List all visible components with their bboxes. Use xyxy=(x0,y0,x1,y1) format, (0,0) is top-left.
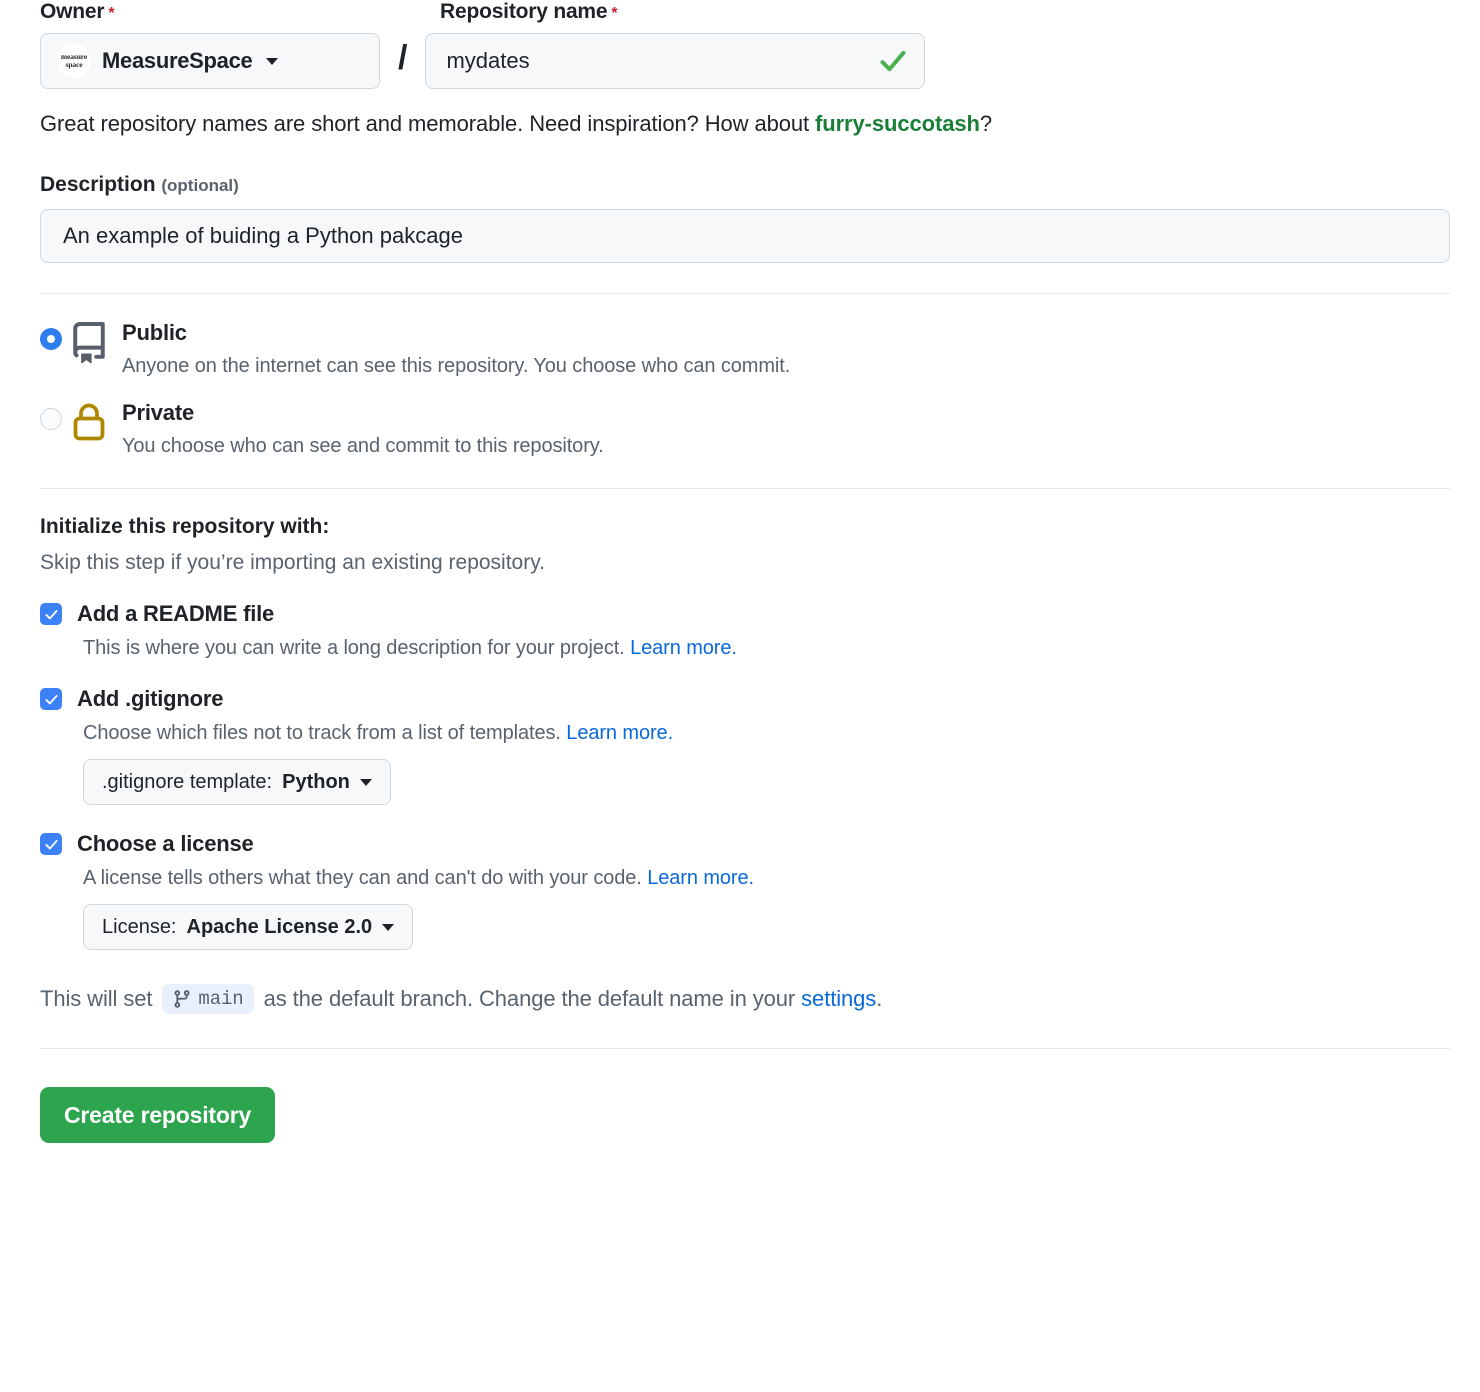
visibility-option-public[interactable]: Public Anyone on the internet can see th… xyxy=(40,320,1440,378)
license-dropdown-value: Apache License 2.0 xyxy=(186,915,373,938)
gitignore-dropdown-prefix: .gitignore template: xyxy=(102,770,273,793)
owner-required-marker: * xyxy=(108,5,115,22)
gitignore-label: Add .gitignore xyxy=(77,686,224,711)
chevron-down-icon xyxy=(382,923,395,931)
readme-description-text: This is where you can write a long descr… xyxy=(83,637,631,659)
private-description: You choose who can see and commit to thi… xyxy=(122,435,604,457)
description-optional-note: (optional) xyxy=(161,176,239,195)
description-label-group: Description (optional) xyxy=(40,173,1440,197)
license-dropdown-prefix: License: xyxy=(102,915,177,938)
visibility-options: Public Anyone on the internet can see th… xyxy=(40,320,1440,458)
field-labels-row: Owner * Repository name * xyxy=(40,0,1440,24)
public-radio[interactable] xyxy=(40,328,62,350)
branch-note-prefix: This will set xyxy=(40,986,153,1011)
default-branch-note: This will set main as the default branch… xyxy=(40,984,1440,1014)
license-learn-more-link[interactable]: Learn more. xyxy=(647,867,754,889)
chevron-down-icon xyxy=(359,778,372,786)
gitignore-description-text: Choose which files not to track from a l… xyxy=(83,722,567,744)
valid-check-icon xyxy=(880,50,906,72)
git-branch-icon xyxy=(174,990,190,1008)
repository-name-input[interactable] xyxy=(425,33,926,89)
repository-name-label: Repository name xyxy=(440,0,608,23)
path-separator: / xyxy=(398,39,408,77)
init-option-gitignore: Add .gitignore Choose which files not to… xyxy=(40,686,1440,805)
readme-head[interactable]: Add a README file xyxy=(40,601,1440,627)
readme-learn-more-link[interactable]: Learn more. xyxy=(630,637,737,659)
divider-after-description xyxy=(40,293,1450,294)
readme-description: This is where you can write a long descr… xyxy=(83,637,1440,660)
gitignore-template-dropdown[interactable]: .gitignore template: Python xyxy=(83,759,391,805)
branch-note-suffix: . xyxy=(876,986,883,1011)
repository-name-field-wrap xyxy=(425,33,926,89)
visibility-option-private[interactable]: Private You choose who can see and commi… xyxy=(40,400,1440,458)
description-input[interactable] xyxy=(40,209,1450,263)
branch-note-middle: as the default branch. Change the defaul… xyxy=(263,986,796,1011)
name-suggestion-link[interactable]: furry-succotash xyxy=(815,111,980,136)
initialize-title: Initialize this repository with: xyxy=(40,515,330,538)
owner-label-group: Owner * xyxy=(40,0,440,24)
private-title: Private xyxy=(122,400,194,425)
private-radio[interactable] xyxy=(40,408,62,430)
owner-avatar: measure space xyxy=(57,44,91,78)
initialize-subtitle: Skip this step if you’re importing an ex… xyxy=(40,551,546,574)
license-head[interactable]: Choose a license xyxy=(40,831,1440,857)
license-description: A license tells others what they can and… xyxy=(83,867,1440,890)
gitignore-learn-more-link[interactable]: Learn more. xyxy=(566,722,673,744)
license-description-text: A license tells others what they can and… xyxy=(83,867,648,889)
divider-before-submit xyxy=(40,1048,1450,1049)
repository-name-required-marker: * xyxy=(611,5,618,22)
readme-label: Add a README file xyxy=(77,601,275,626)
owner-and-name-row: measure space MeasureSpace / xyxy=(40,33,1440,89)
repo-name-label-group: Repository name * xyxy=(440,0,1440,24)
readme-checkbox[interactable] xyxy=(40,603,62,625)
chevron-down-icon xyxy=(265,57,278,65)
public-description: Anyone on the internet can see this repo… xyxy=(122,355,791,377)
default-branch-badge: main xyxy=(162,984,254,1014)
owner-value: MeasureSpace xyxy=(102,48,253,73)
create-repository-form: Owner * Repository name * measure space Me… xyxy=(0,0,1480,1143)
gitignore-checkbox[interactable] xyxy=(40,688,62,710)
license-checkbox[interactable] xyxy=(40,833,62,855)
gitignore-dropdown-value: Python xyxy=(282,770,350,793)
divider-after-visibility xyxy=(40,488,1450,489)
init-option-readme: Add a README file This is where you can … xyxy=(40,601,1440,660)
init-option-license: Choose a license A license tells others … xyxy=(40,831,1440,950)
license-dropdown[interactable]: License: Apache License 2.0 xyxy=(83,904,414,950)
gitignore-head[interactable]: Add .gitignore xyxy=(40,686,1440,712)
public-title: Public xyxy=(122,320,187,345)
license-label: Choose a license xyxy=(77,831,254,856)
hint-suffix: ? xyxy=(979,111,992,136)
settings-link[interactable]: settings xyxy=(801,986,876,1012)
lock-icon xyxy=(62,402,116,442)
owner-label: Owner xyxy=(40,0,105,23)
default-branch-name: main xyxy=(198,988,244,1010)
owner-select[interactable]: measure space MeasureSpace xyxy=(40,33,380,89)
public-text-group: Public Anyone on the internet can see th… xyxy=(116,320,790,378)
gitignore-description: Choose which files not to track from a l… xyxy=(83,722,1440,745)
private-text-group: Private You choose who can see and commi… xyxy=(116,400,604,458)
repo-icon xyxy=(62,322,116,364)
description-label: Description xyxy=(40,173,156,196)
repository-name-hint: Great repository names are short and mem… xyxy=(40,111,1440,137)
avatar-line-2: space xyxy=(65,60,83,69)
create-repository-button[interactable]: Create repository xyxy=(40,1087,276,1143)
hint-prefix: Great repository names are short and mem… xyxy=(40,111,816,136)
